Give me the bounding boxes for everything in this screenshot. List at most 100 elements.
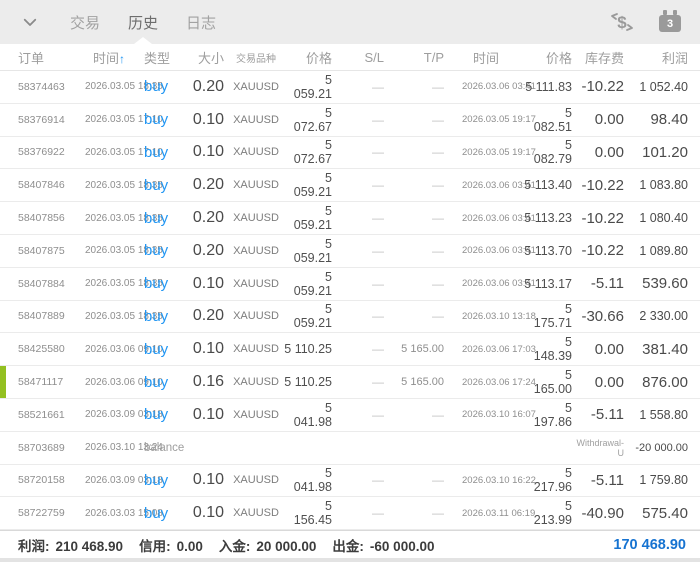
header-profit[interactable]: 利润: [626, 48, 700, 67]
currency-transfer-icon: $: [609, 9, 635, 35]
header-order[interactable]: 订单: [0, 48, 76, 67]
volume-cell: 0.20: [182, 242, 228, 260]
profit-cell: 1 080.40: [626, 211, 700, 225]
tab-journal-label: 日志: [186, 12, 216, 33]
order-id-cell: 58407884: [0, 278, 76, 290]
header-open-price[interactable]: 价格: [284, 48, 336, 67]
take-profit-cell: —: [390, 211, 448, 225]
trade-type-cell: buy: [142, 78, 182, 95]
close-time-cell: 2026.03.10 16:22: [448, 475, 524, 486]
symbol-cell: XAUUSD: [228, 474, 284, 486]
header-open-time-label: 时间: [93, 51, 119, 66]
history-table-row[interactable]: 58374463 2026.03.05 18:35 buy 0.20 XAUUS…: [0, 71, 700, 104]
collapse-button[interactable]: [18, 10, 42, 34]
take-profit-cell: —: [390, 80, 448, 94]
date-range-button[interactable]: 3: [656, 8, 684, 36]
open-price-cell: 5 072.67: [284, 138, 336, 166]
open-price-cell: 5 041.98: [284, 466, 336, 494]
symbol-cell: XAUUSD: [228, 507, 284, 519]
header-symbol[interactable]: 交易品种: [228, 50, 284, 65]
close-price-cell: 5 165.00: [524, 368, 576, 396]
close-price-cell: 5 113.23: [524, 211, 576, 225]
history-table-row[interactable]: 58722759 2026.03.03 15:08 buy 0.10 XAUUS…: [0, 497, 700, 530]
history-table-row[interactable]: 58425580 2026.03.06 09:10 buy 0.10 XAUUS…: [0, 333, 700, 366]
volume-cell: 0.20: [182, 176, 228, 194]
close-price-cell: 5 113.40: [524, 178, 576, 192]
history-table-row[interactable]: 58407884 2026.03.05 18:35 buy 0.10 XAUUS…: [0, 268, 700, 301]
symbol-cell: XAUUSD: [228, 245, 284, 257]
header-sl[interactable]: S/L: [336, 50, 390, 65]
swap-cell: 0.00: [576, 341, 626, 358]
history-table-row[interactable]: 58703689 2026.03.10 13:24 balance Withdr…: [0, 432, 700, 465]
trade-type-cell: buy: [142, 472, 182, 489]
take-profit-cell: —: [390, 506, 448, 520]
close-time-cell: 2026.03.06 03:41: [448, 278, 524, 289]
open-price-cell: 5 110.25: [284, 375, 336, 389]
header-type[interactable]: 类型: [142, 48, 182, 67]
symbol-cell: XAUUSD: [228, 146, 284, 158]
take-profit-cell: —: [390, 473, 448, 487]
open-time-cell: 2026.03.09 03:18: [76, 409, 142, 420]
close-price-cell: 5 217.96: [524, 466, 576, 494]
order-id-cell: 58407889: [0, 310, 76, 322]
open-price-cell: 5 059.21: [284, 171, 336, 199]
history-table-row[interactable]: 58407889 2026.03.05 18:35 buy 0.20 XAUUS…: [0, 301, 700, 334]
open-time-cell: 2026.03.05 18:35: [76, 245, 142, 256]
header-close-time[interactable]: 时间: [448, 48, 524, 67]
volume-cell: 0.10: [182, 275, 228, 293]
history-table-row[interactable]: 58471117 2026.03.06 09:10 buy 0.16 XAUUS…: [0, 366, 700, 399]
swap-cell: -30.66: [576, 308, 626, 325]
take-profit-cell: —: [390, 309, 448, 323]
history-table-row[interactable]: 58407856 2026.03.05 18:35 buy 0.20 XAUUS…: [0, 202, 700, 235]
transfer-button[interactable]: $: [608, 8, 636, 36]
profit-cell: 101.20: [626, 144, 700, 161]
tab-trade[interactable]: 交易: [70, 0, 100, 44]
close-time-cell: 2026.03.06 17:24: [448, 377, 524, 388]
open-price-cell: 5 041.98: [284, 401, 336, 429]
close-time-cell: 2026.03.06 17:03: [448, 344, 524, 355]
header-close-price[interactable]: 价格: [524, 48, 576, 67]
open-price-cell: 5 059.21: [284, 73, 336, 101]
history-table-row[interactable]: 58407846 2026.03.05 18:35 buy 0.20 XAUUS…: [0, 169, 700, 202]
stop-loss-cell: —: [336, 473, 390, 487]
summary-deposit: 入金: 20 000.00: [219, 535, 317, 555]
open-price-cell: 5 059.21: [284, 204, 336, 232]
history-table-row[interactable]: 58521661 2026.03.09 03:18 buy 0.10 XAUUS…: [0, 399, 700, 432]
take-profit-cell: 5 165.00: [390, 343, 448, 355]
header-swap[interactable]: 库存费: [576, 48, 626, 67]
header-open-time[interactable]: 时间↑: [76, 48, 142, 67]
top-bar-actions: $ 3: [608, 8, 684, 36]
calendar-badge: 3: [659, 15, 681, 32]
header-tp[interactable]: T/P: [390, 50, 448, 65]
take-profit-cell: —: [390, 178, 448, 192]
stop-loss-cell: —: [336, 375, 390, 389]
open-price-cell: 5 110.25: [284, 342, 336, 356]
order-id-cell: 58720158: [0, 474, 76, 486]
history-table-row[interactable]: 58376914 2026.03.05 17:10 buy 0.10 XAUUS…: [0, 104, 700, 137]
history-table-row[interactable]: 58407875 2026.03.05 18:35 buy 0.20 XAUUS…: [0, 235, 700, 268]
trade-type-cell: buy: [142, 406, 182, 423]
order-id-cell: 58376914: [0, 114, 76, 126]
order-id-cell: 58407856: [0, 212, 76, 224]
open-time-cell: 2026.03.10 13:24: [76, 442, 142, 453]
symbol-cell: XAUUSD: [228, 179, 284, 191]
trade-type-cell: buy: [142, 144, 182, 161]
tab-history[interactable]: 历史: [128, 0, 158, 44]
symbol-cell: XAUUSD: [228, 278, 284, 290]
open-price-cell: 5 059.21: [284, 237, 336, 265]
top-bar: 交易 历史 日志 $ 3: [0, 0, 700, 44]
order-id-cell: 58521661: [0, 409, 76, 421]
symbol-cell: XAUUSD: [228, 114, 284, 126]
history-table-row[interactable]: 58720158 2026.03.09 03:18 buy 0.10 XAUUS…: [0, 465, 700, 498]
trade-type-cell: buy: [142, 242, 182, 259]
swap-cell: Withdrawal-U: [576, 438, 626, 458]
close-price-cell: 5 175.71: [524, 302, 576, 330]
close-time-cell: 2026.03.06 03:41: [448, 213, 524, 224]
tab-journal[interactable]: 日志: [186, 0, 216, 44]
history-table-row[interactable]: 58376922 2026.03.05 17:10 buy 0.10 XAUUS…: [0, 137, 700, 170]
calendar-icon: 3: [658, 10, 682, 34]
close-price-cell: 5 113.70: [524, 244, 576, 258]
header-size[interactable]: 大小: [182, 48, 228, 67]
close-price-cell: 5 197.86: [524, 401, 576, 429]
highlight-marker: [0, 366, 6, 398]
